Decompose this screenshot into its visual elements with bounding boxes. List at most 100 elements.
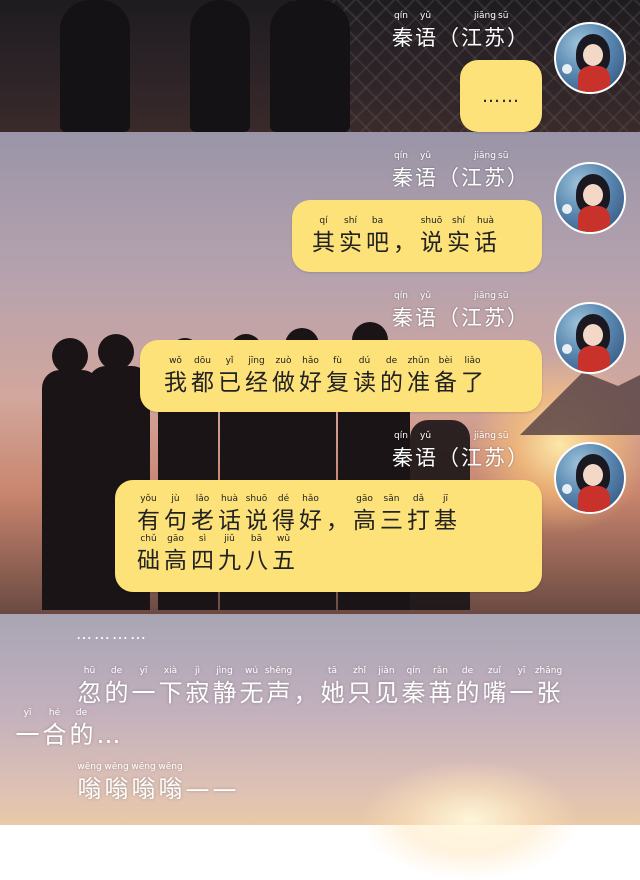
hanzi-text: 了 — [461, 370, 484, 396]
hanzi-text: ， — [326, 508, 349, 534]
hanzi-char: gāo 高 — [162, 534, 189, 575]
hanzi-text: 无 — [239, 679, 264, 707]
hanzi-text: 做 — [272, 370, 295, 396]
hanzi-char: ba 吧 — [364, 216, 391, 257]
hanzi-text: 好 — [299, 508, 322, 534]
hanzi-text: 的 — [69, 721, 94, 749]
pinyin-annotation: hǎo — [302, 494, 319, 504]
hanzi-char: zhǐ 只 — [346, 666, 373, 707]
hanzi-text: 嗡 — [131, 775, 156, 803]
hanzi-text: 合 — [42, 721, 67, 749]
hanzi-char: huà 话 — [472, 216, 499, 257]
hanzi-char: hǎo 好 — [297, 494, 324, 535]
hanzi-text: ， — [293, 679, 318, 707]
pinyin-annotation: yī — [517, 666, 526, 676]
hanzi-text: … — [96, 721, 121, 749]
pinyin-annotation: jìng — [216, 666, 233, 676]
chat-bubble: yǒu 有 jù 句 lǎo 老 huà 话 shuō 说 dé 得 hǎo 好， gāo 高 sān 三 dǎ 打 j… — [115, 480, 542, 592]
hanzi-text: 一 — [509, 679, 534, 707]
pinyin-annotation: wēng — [158, 762, 183, 772]
pinyin-annotation: de — [75, 708, 88, 718]
hanzi-char: dú 读 — [351, 356, 378, 397]
hanzi-text: 嗡 — [158, 775, 183, 803]
hanzi-char: zhǔn 准 — [405, 356, 432, 397]
background-silhouette — [60, 0, 130, 132]
hanzi-text: 经 — [245, 370, 268, 396]
hanzi-text: 嘴 — [482, 679, 507, 707]
hanzi-text: 复 — [326, 370, 349, 396]
hanzi-text: 秦 — [401, 679, 426, 707]
pinyin-annotation: wēng — [131, 762, 156, 772]
pinyin-annotation: zhāng — [534, 666, 563, 676]
hanzi-char: huà 话 — [216, 494, 243, 535]
hanzi-text: 其 — [312, 230, 335, 256]
hanzi-char: yī 一 — [508, 666, 535, 707]
hanzi-char: shuō 说 — [243, 494, 270, 535]
hanzi-char: de 的 — [378, 356, 405, 397]
hanzi-char: ， — [324, 508, 351, 535]
pinyin-annotation: hǎo — [302, 356, 319, 366]
hanzi-text: 实 — [447, 230, 470, 256]
chat-bubble: …… — [460, 60, 542, 132]
pinyin-annotation: sān — [383, 494, 400, 504]
hanzi-text: 五 — [272, 548, 295, 574]
hanzi-char: dǎ 打 — [405, 494, 432, 535]
speaker-avatar[interactable] — [554, 162, 626, 234]
pinyin-annotation: qí — [319, 216, 328, 226]
hanzi-char: wǔ 五 — [270, 534, 297, 575]
hanzi-text: 见 — [374, 679, 399, 707]
hanzi-char: yǐ 已 — [216, 356, 243, 397]
hanzi-text: 准 — [407, 370, 430, 396]
speaker-name: qín yǔ jiāng sū 秦语（江苏） — [392, 151, 530, 190]
hanzi-text: 只 — [347, 679, 372, 707]
speaker-name: qín yǔ jiāng sū 秦语（江苏） — [392, 291, 530, 330]
speaker-avatar[interactable] — [554, 22, 626, 94]
pinyin-annotation: jīng — [248, 356, 265, 366]
hanzi-text: 吧 — [366, 230, 389, 256]
hanzi-char: hé 合 — [41, 708, 68, 749]
narration-line: wēng 嗡 wēng 嗡 wēng 嗡 wēng 嗡 — — — [76, 762, 238, 803]
pinyin-annotation: wǔ — [276, 534, 291, 544]
message-line: chǔ 础 gāo 高 sì 四 jiǔ 九 bā 八 wǔ 五 — [135, 534, 297, 575]
speaker-avatar[interactable] — [554, 302, 626, 374]
hanzi-text: 四 — [191, 548, 214, 574]
hanzi-char: rǎn 苒 — [427, 666, 454, 707]
hanzi-text: 有 — [137, 508, 160, 534]
pinyin-annotation: zuò — [275, 356, 292, 366]
pinyin-annotation: yī — [23, 708, 32, 718]
hanzi-char: zhāng 张 — [535, 666, 562, 707]
pinyin-annotation: jì — [194, 666, 201, 676]
hanzi-char: yī 一 — [14, 708, 41, 749]
hanzi-text: 嗡 — [77, 775, 102, 803]
pinyin-annotation: dǎ — [412, 494, 425, 504]
hanzi-text: 都 — [191, 370, 214, 396]
hanzi-text: 备 — [434, 370, 457, 396]
pinyin-annotation: rǎn — [433, 666, 448, 676]
pinyin-annotation: bèi — [438, 356, 453, 366]
hanzi-char: jì 寂 — [184, 666, 211, 707]
hanzi-char: jī 基 — [432, 494, 459, 535]
pinyin-annotation: lǎo — [195, 494, 210, 504]
speaker-avatar[interactable] — [554, 442, 626, 514]
hanzi-text: 静 — [212, 679, 237, 707]
pinyin-annotation: fù — [333, 356, 342, 366]
hanzi-char: shí 实 — [337, 216, 364, 257]
hanzi-char: — — [184, 776, 211, 803]
hanzi-char: de 的 — [103, 666, 130, 707]
hanzi-char: dōu 都 — [189, 356, 216, 397]
hanzi-char: wēng 嗡 — [157, 762, 184, 803]
narration-line: hū 忽 de 的 yī 一 xià 下 jì 寂 jìng 静 wú 无 shēng 声， tā 她 zhǐ 只 ji… — [76, 666, 563, 707]
pinyin-annotation: wēng — [77, 762, 102, 772]
speaker-name: qín yǔ jiāng sū 秦语（江苏） — [392, 431, 530, 470]
hanzi-text: 忽 — [77, 679, 102, 707]
hanzi-text: 她 — [320, 679, 345, 707]
pinyin-annotation: wēng — [104, 762, 129, 772]
hanzi-char: sān 三 — [378, 494, 405, 535]
hanzi-text: 已 — [218, 370, 241, 396]
hanzi-char: jiǔ 九 — [216, 534, 243, 575]
hanzi-text: 高 — [164, 548, 187, 574]
hanzi-text: 础 — [137, 548, 160, 574]
hanzi-char: de 的 — [68, 708, 95, 749]
pinyin-annotation: jiǔ — [224, 534, 235, 544]
pinyin-annotation: de — [110, 666, 123, 676]
